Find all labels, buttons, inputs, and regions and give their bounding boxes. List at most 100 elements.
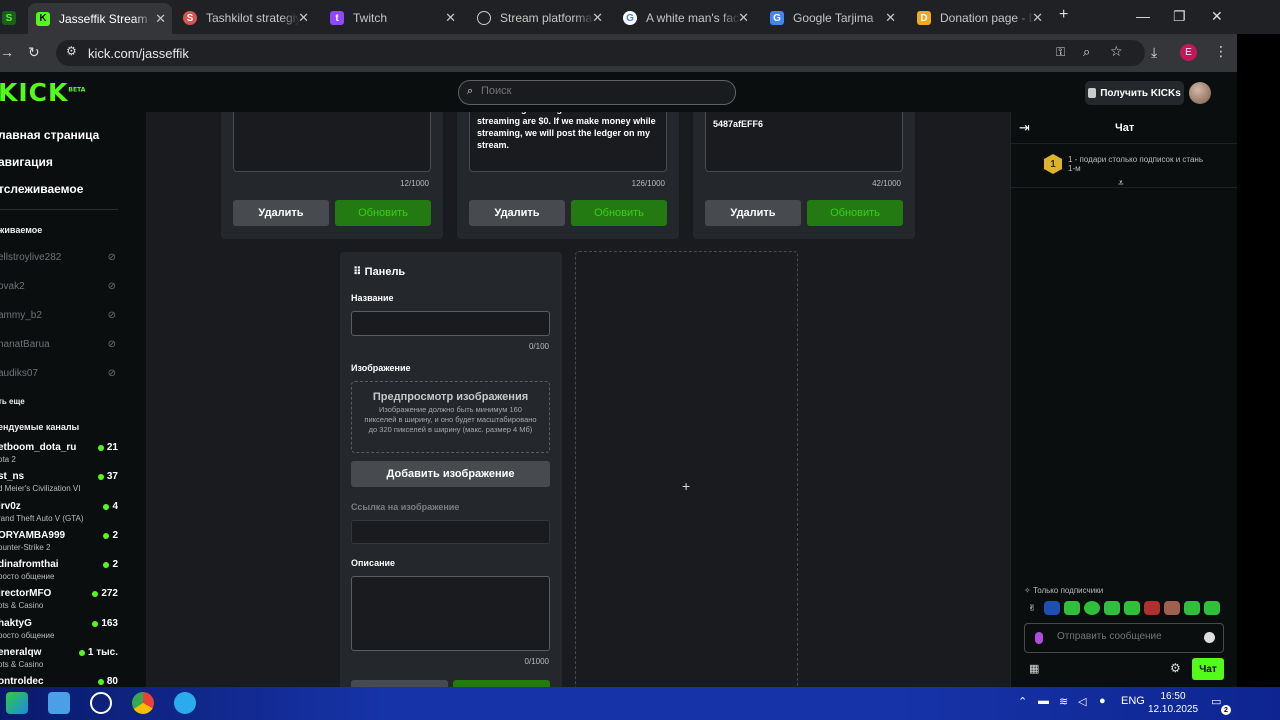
emote-icon[interactable] (1124, 601, 1140, 615)
recommended-channel[interactable]: st_ns d Meier's Civilization VI 37 (0, 471, 118, 493)
add-panel-area[interactable]: + (575, 251, 798, 687)
key-icon[interactable]: ⚿ (1056, 45, 1065, 60)
tab-previous[interactable]: S (0, 5, 16, 31)
nav-following[interactable]: тслеживаемое (0, 182, 83, 196)
recommended-channel[interactable]: irv0z rand Theft Auto V (GTA) 4 (0, 501, 118, 523)
tab-stream-platforms[interactable]: Stream platformalar ✕ (469, 5, 609, 31)
emoji-picker-icon[interactable] (1204, 632, 1215, 643)
emote-icon[interactable] (1084, 601, 1100, 615)
notification-icon[interactable]: ▭ 2 (1211, 695, 1231, 715)
send-chat-button[interactable]: Чат (1192, 658, 1224, 680)
telegram-icon[interactable] (174, 692, 196, 714)
kick-logo[interactable]: KICKBETA (0, 78, 85, 107)
reload-icon[interactable]: ↻ (28, 44, 40, 61)
address-bar[interactable]: ⚙ kick.com/jasseffik ⚿ ⌕ ☆ (56, 40, 1145, 66)
recommended-channel[interactable]: ORYAMBA999 ounter-Strike 2 2 (0, 530, 118, 552)
chat-input-box[interactable] (1024, 623, 1224, 653)
emote-icon[interactable] (1064, 601, 1080, 615)
chat-message-input[interactable] (1057, 631, 1197, 642)
emote-icon[interactable] (1204, 601, 1220, 615)
add-image-button[interactable]: Добавить изображение (351, 461, 550, 487)
emote-icon[interactable] (1184, 601, 1200, 615)
search-input[interactable] (481, 85, 721, 97)
recommended-channel[interactable]: dinafromthai росто общение 2 (0, 559, 118, 581)
minimize-icon[interactable]: — (1136, 8, 1150, 24)
volume-icon[interactable]: ◁ (1078, 695, 1086, 708)
close-icon[interactable]: ✕ (738, 10, 749, 26)
site-info-icon[interactable]: ⚙ (66, 44, 77, 58)
update-button[interactable]: Обновить (807, 200, 903, 226)
forward-icon[interactable]: → (0, 44, 14, 60)
chrome-icon[interactable] (132, 692, 154, 714)
expand-icon[interactable]: ⩡ (1118, 178, 1124, 189)
recommended-channel[interactable]: eneralqw ots & Casino 1 тыс. (0, 647, 118, 669)
tab-google-translate[interactable]: G Google Tarjima ✕ (762, 5, 902, 31)
window-close-icon[interactable]: ✕ (1211, 8, 1223, 25)
image-preview[interactable]: Предпросмотр изображения Изображение дол… (351, 381, 550, 453)
delete-button[interactable]: Удалить (705, 200, 801, 226)
emote-icon[interactable] (1044, 601, 1060, 615)
language-indicator[interactable]: ENG (1121, 695, 1145, 707)
panel-description-field[interactable]: our earnings during the 4 months of stre… (469, 112, 667, 172)
restore-icon[interactable]: ❐ (1173, 8, 1186, 25)
bookmark-star-icon[interactable]: ☆ (1110, 43, 1123, 60)
close-icon[interactable]: ✕ (592, 10, 603, 26)
new-tab-button[interactable]: + (1059, 6, 1068, 24)
search-box[interactable]: ⌕ (458, 80, 736, 105)
close-icon[interactable]: ✕ (155, 11, 166, 27)
tab-twitch[interactable]: t Twitch ✕ (322, 5, 462, 31)
profile-icon[interactable]: E (1180, 44, 1197, 61)
close-icon[interactable]: ✕ (1032, 10, 1043, 26)
nav-home[interactable]: лавная страница (0, 128, 99, 142)
tab-tashkilot[interactable]: S Tashkilot strategiyasi ✕ (175, 5, 315, 31)
wifi-icon[interactable]: ≋ (1059, 695, 1068, 708)
name-field[interactable] (351, 311, 550, 336)
tab-jasseffik[interactable]: K Jasseffik Stream - W ✕ (28, 3, 172, 34)
get-kicks-button[interactable]: Получить KICKs (1085, 81, 1184, 105)
emote-icon[interactable] (1164, 601, 1180, 615)
show-more-link[interactable]: ть еще (0, 397, 25, 406)
update-button[interactable]: Обновить (335, 200, 431, 226)
close-icon[interactable]: ✕ (298, 10, 309, 26)
recommended-channel[interactable]: etboom_dota_ru ota 2 21 (0, 442, 118, 464)
recommended-channel[interactable]: haktyG росто общение 163 (0, 618, 118, 640)
gear-icon[interactable]: ⚙ (1170, 661, 1181, 675)
close-icon[interactable]: ✕ (445, 10, 456, 26)
tray-expand-icon[interactable]: ⌃ (1018, 695, 1027, 708)
menu-icon[interactable]: ⋮ (1214, 43, 1228, 60)
clock[interactable]: 16:50 12.10.2025 (1148, 690, 1198, 716)
close-icon[interactable]: ✕ (885, 10, 896, 26)
followed-channel[interactable]: ovak2 ⊘ (0, 281, 116, 292)
taskbar-app-icon[interactable] (6, 692, 28, 714)
zoom-icon[interactable]: ⌕ (1083, 44, 1090, 60)
followed-channel[interactable]: ammy_b2 ⊘ (0, 310, 116, 321)
emote-icon[interactable] (1144, 601, 1160, 615)
emote-icon[interactable]: ✌ (1024, 601, 1040, 615)
description-field[interactable] (351, 576, 550, 651)
tab-donation[interactable]: D Donation page - Do ✕ (909, 5, 1049, 31)
microphone-tray-icon[interactable]: ● (1099, 695, 1106, 707)
delete-button[interactable]: Удалить (469, 200, 565, 226)
collapse-chat-icon[interactable]: ⇥ (1019, 120, 1030, 136)
followed-channel[interactable]: ellstroylive282 ⊘ (0, 252, 116, 263)
followed-channel[interactable]: audiks07 ⊘ (0, 368, 116, 379)
recommended-channel[interactable]: irectorMFO ots & Casino 272 (0, 588, 118, 610)
save-button[interactable] (453, 680, 550, 687)
update-button[interactable]: Обновить (571, 200, 667, 226)
taskbar-app-icon[interactable] (48, 692, 70, 714)
image-link-field[interactable] (351, 520, 550, 544)
followed-channel[interactable]: hanatBarua ⊘ (0, 339, 116, 350)
microphone-icon[interactable] (1035, 632, 1043, 644)
delete-button[interactable] (351, 680, 448, 687)
taskbar-app-icon[interactable] (90, 692, 112, 714)
store-icon[interactable]: ▦ (1029, 662, 1039, 675)
download-icon[interactable]: ⤓ (1151, 44, 1157, 61)
recommended-channel[interactable]: ontroldec 80 (0, 676, 118, 687)
panel-description-field[interactable] (233, 112, 431, 172)
emote-icon[interactable] (1104, 601, 1120, 615)
drag-handle-icon[interactable]: ⠿ (353, 266, 365, 278)
nav-browse[interactable]: авигация (0, 155, 53, 169)
user-avatar[interactable] (1189, 82, 1211, 104)
tray-app-icon[interactable]: ▬ (1038, 695, 1049, 707)
tab-google-search[interactable]: G A white man's face ✕ (615, 5, 755, 31)
